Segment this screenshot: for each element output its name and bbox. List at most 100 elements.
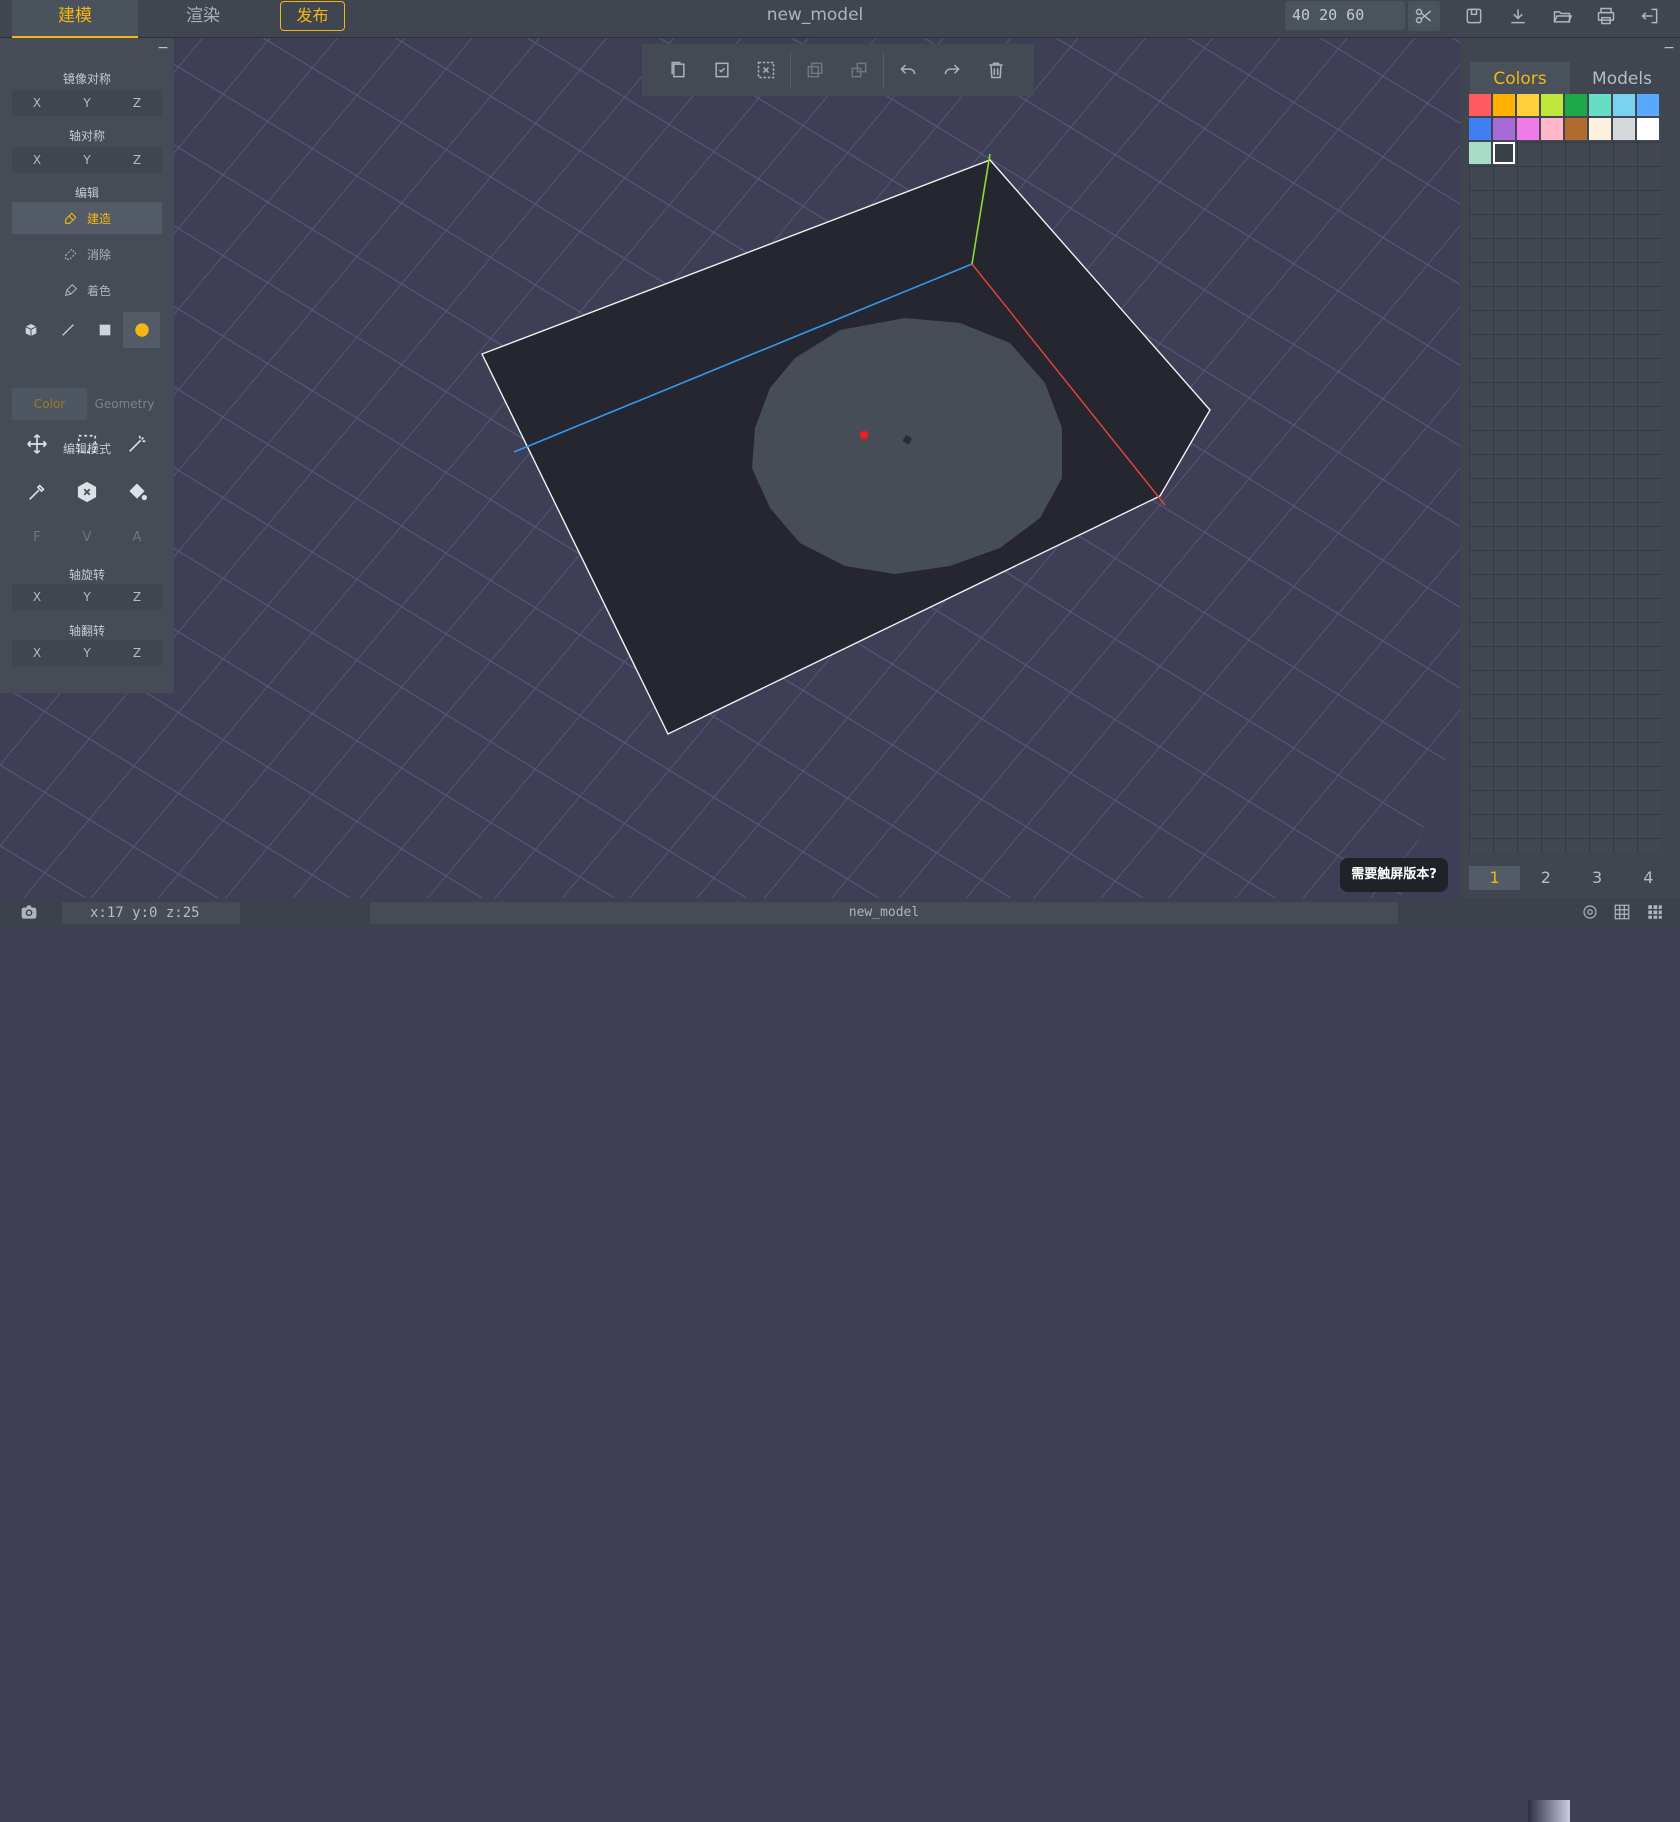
ungroup-button[interactable] — [837, 50, 881, 90]
tab-colors[interactable]: Colors — [1470, 62, 1570, 96]
flip-title: 轴翻转 — [68, 624, 105, 638]
symmetry-x-button[interactable]: X — [12, 147, 62, 173]
sphere-shape-button[interactable] — [123, 312, 160, 348]
copy-button[interactable] — [656, 50, 700, 90]
tab-models[interactable]: Models — [1572, 62, 1672, 96]
background-gradient-swatch[interactable] — [1528, 1800, 1570, 1822]
color-swatch[interactable] — [1565, 94, 1587, 116]
crop-button[interactable] — [1408, 1, 1440, 31]
select-tool-button[interactable] — [62, 427, 112, 461]
brush-icon — [65, 212, 77, 224]
eyedropper-button[interactable] — [12, 475, 62, 509]
screenshot-button[interactable] — [18, 902, 40, 922]
color-swatch[interactable] — [1637, 118, 1659, 140]
color-swatch[interactable] — [1613, 118, 1635, 140]
page-2-button[interactable]: 2 — [1520, 866, 1571, 890]
delete-button[interactable] — [974, 50, 1018, 90]
color-swatch[interactable] — [1637, 94, 1659, 116]
group-button[interactable] — [793, 50, 837, 90]
page-1-button[interactable]: 1 — [1469, 866, 1521, 890]
all-mode-button[interactable]: A — [112, 530, 162, 545]
view-center-button[interactable] — [1579, 902, 1601, 922]
selected-empty-swatch[interactable] — [1493, 142, 1515, 164]
collapse-left-icon[interactable]: − — [156, 41, 170, 56]
undo-button[interactable] — [886, 50, 930, 90]
dimensions-field[interactable]: 40 20 60 — [1285, 1, 1405, 30]
color-swatch[interactable] — [1517, 118, 1539, 140]
color-swatch[interactable] — [1613, 94, 1635, 116]
rotate-z-button[interactable]: Z — [112, 584, 162, 610]
tool-subtabs: Color Geometry — [12, 388, 162, 420]
color-swatch[interactable] — [1565, 118, 1587, 140]
color-swatch[interactable] — [1517, 94, 1539, 116]
tab-geometry[interactable]: Geometry — [87, 388, 162, 420]
print-button[interactable] — [1590, 1, 1622, 31]
download-button[interactable] — [1502, 1, 1534, 31]
tab-color[interactable]: Color — [12, 388, 87, 420]
move-tool-button[interactable] — [12, 427, 62, 461]
flip-x-button[interactable]: X — [12, 640, 62, 666]
symmetry-z-button[interactable]: Z — [112, 147, 162, 173]
color-swatch[interactable] — [1493, 118, 1515, 140]
deselect-button[interactable] — [744, 50, 788, 90]
cube-shape-button[interactable] — [12, 312, 49, 348]
fine-grid-toggle-button[interactable] — [1644, 902, 1666, 922]
color-swatch[interactable] — [1493, 94, 1515, 116]
flip-y-button[interactable]: Y — [62, 640, 112, 666]
paint-brush-icon — [64, 283, 78, 297]
erase-tool-button[interactable]: 消除 — [12, 238, 162, 270]
tab-build[interactable]: 建模 — [12, 0, 138, 38]
clear-button[interactable] — [62, 475, 112, 509]
fva-row: F V A — [12, 530, 162, 545]
fill-bucket-button[interactable] — [112, 475, 162, 509]
color-swatch[interactable] — [1541, 94, 1563, 116]
symmetry-y-button[interactable]: Y — [62, 147, 112, 173]
exit-icon — [1641, 8, 1658, 24]
color-swatch[interactable] — [1469, 94, 1491, 116]
3d-viewport[interactable] — [0, 38, 1680, 898]
color-swatch[interactable] — [1469, 118, 1491, 140]
axis-symmetry-title: 轴对称 — [68, 129, 105, 143]
flip-z-button[interactable]: Z — [112, 640, 162, 666]
edit-toolbar — [642, 44, 1034, 96]
color-swatch[interactable] — [1541, 118, 1563, 140]
touch-version-button[interactable]: 需要触屏版本? — [1340, 858, 1448, 892]
collapse-right-icon[interactable]: − — [1662, 41, 1676, 56]
rotate-y-button[interactable]: Y — [62, 584, 112, 610]
rotate-x-button[interactable]: X — [12, 584, 62, 610]
vertex-mode-button[interactable]: V — [62, 530, 112, 545]
square-icon — [99, 324, 110, 336]
palette-pager: 1 2 3 4 — [1469, 866, 1674, 890]
mirror-y-button[interactable]: Y — [62, 90, 112, 116]
save-button[interactable] — [1458, 1, 1490, 31]
tab-render[interactable]: 渲染 — [140, 0, 266, 38]
copy-icon — [671, 61, 685, 78]
color-swatch[interactable] — [1469, 142, 1491, 164]
top-bar: 建模 渲染 发布 new_model 40 20 60 — [0, 0, 1680, 38]
grid-toggle-button[interactable] — [1611, 902, 1633, 922]
square-shape-button[interactable] — [86, 312, 123, 348]
status-bar: x:17 y:0 z:25 new_model — [0, 898, 1680, 1822]
mirror-x-button[interactable]: X — [12, 90, 62, 116]
magic-wand-button[interactable] — [112, 427, 162, 461]
mirror-z-button[interactable]: Z — [112, 90, 162, 116]
flip-axis-row: X Y Z — [12, 640, 162, 666]
model-title: new_model — [766, 5, 864, 25]
face-mode-button[interactable]: F — [12, 530, 62, 545]
color-swatch[interactable] — [1589, 94, 1611, 116]
save-icon — [1466, 8, 1482, 24]
paint-tool-button[interactable]: 着色 — [12, 274, 162, 306]
circle-icon — [134, 323, 149, 337]
paste-button[interactable] — [700, 50, 744, 90]
line-shape-button[interactable] — [49, 312, 86, 348]
undo-icon — [900, 64, 916, 75]
publish-button[interactable]: 发布 — [280, 1, 345, 31]
redo-button[interactable] — [930, 50, 974, 90]
open-button[interactable] — [1546, 1, 1578, 31]
download-icon — [1511, 9, 1525, 24]
page-4-button[interactable]: 4 — [1623, 866, 1674, 890]
exit-button[interactable] — [1634, 1, 1666, 31]
build-tool-button[interactable]: 建造 — [12, 202, 162, 234]
color-swatch[interactable] — [1589, 118, 1611, 140]
page-3-button[interactable]: 3 — [1572, 866, 1623, 890]
